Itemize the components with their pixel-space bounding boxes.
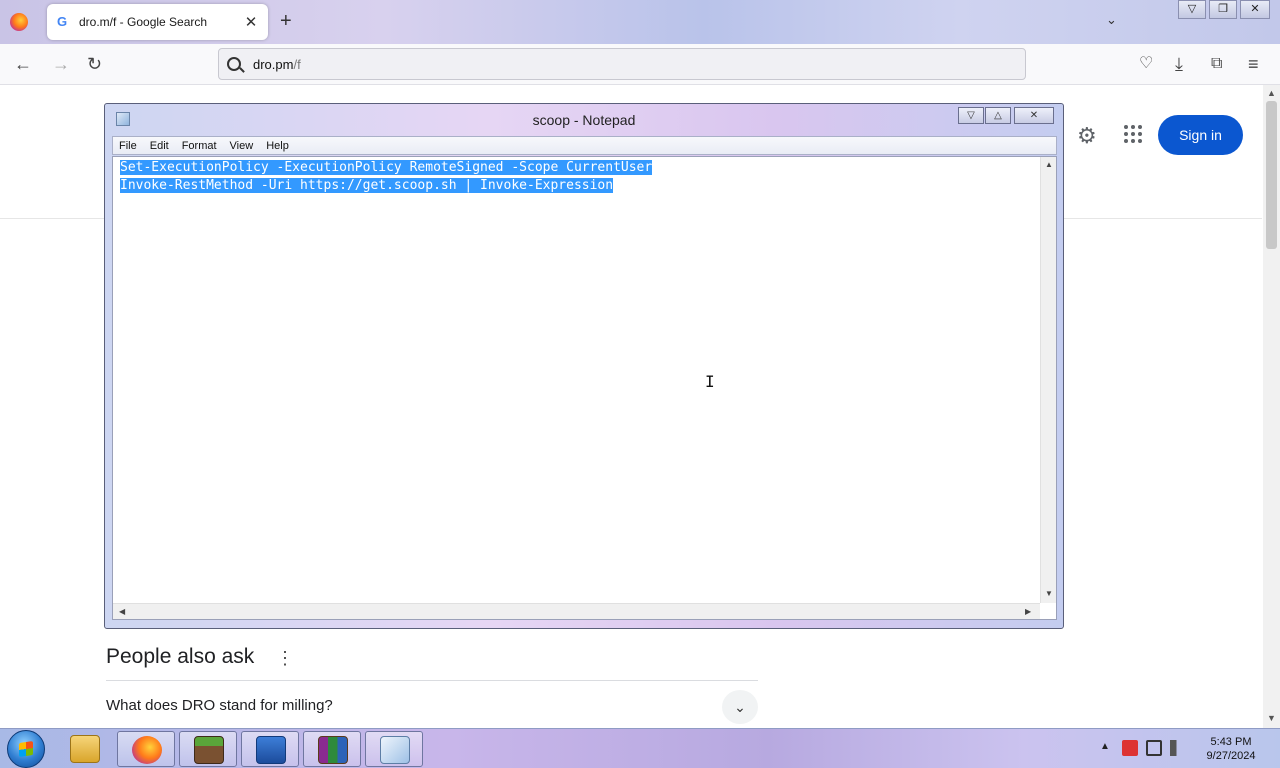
text-line[interactable]: Set-ExecutionPolicy -ExecutionPolicy Rem… bbox=[120, 160, 653, 175]
firefox-logo-icon bbox=[10, 13, 28, 31]
explorer-icon[interactable] bbox=[56, 731, 114, 767]
people-also-ask-heading: People also ask bbox=[106, 645, 255, 668]
minecraft-icon[interactable] bbox=[179, 731, 237, 767]
scroll-up-arrow-icon[interactable]: ▲ bbox=[1045, 160, 1053, 169]
scrollbar-thumb[interactable] bbox=[1266, 101, 1277, 249]
tab-title: dro.m/f - Google Search bbox=[79, 15, 208, 29]
google-apps-icon[interactable] bbox=[1124, 125, 1142, 143]
sign-in-button[interactable]: Sign in bbox=[1158, 115, 1243, 155]
list-all-tabs-button[interactable]: ⌄ bbox=[1106, 12, 1117, 28]
clock-date: 9/27/2024 bbox=[1206, 750, 1256, 762]
text-cursor-icon: I bbox=[705, 372, 715, 391]
notepad-content[interactable]: Set-ExecutionPolicy -ExecutionPolicy Rem… bbox=[120, 159, 653, 195]
browser-tab-strip: G dro.m/f - Google Search ✕ + ⌄ ▽ ❐ ✕ bbox=[0, 0, 1280, 44]
notepad-window-controls: ▽ △ ✕ bbox=[958, 107, 1055, 124]
menu-edit[interactable]: Edit bbox=[150, 140, 169, 152]
scroll-left-arrow-icon[interactable]: ◀ bbox=[119, 607, 125, 616]
download-icon[interactable]: ⤓ bbox=[1175, 53, 1183, 75]
scroll-down-arrow-icon[interactable]: ▼ bbox=[1045, 589, 1053, 598]
menu-icon[interactable]: ≡ bbox=[1248, 53, 1259, 75]
back-button[interactable]: ← bbox=[14, 53, 32, 75]
chevron-down-icon[interactable]: ⌄ bbox=[722, 690, 758, 724]
new-tab-button[interactable]: + bbox=[280, 10, 292, 33]
url-path: /f bbox=[293, 56, 301, 72]
scroll-down-arrow-icon[interactable]: ▼ bbox=[1267, 713, 1276, 723]
paa-question[interactable]: What does DRO stand for milling? bbox=[106, 697, 333, 714]
notepad-titlebar[interactable]: scoop - Notepad ▽ △ ✕ bbox=[105, 104, 1063, 134]
notepad-horizontal-scrollbar[interactable]: ◀ ▶ bbox=[113, 603, 1040, 619]
menu-format[interactable]: Format bbox=[182, 140, 217, 152]
google-favicon-icon: G bbox=[57, 14, 68, 29]
notepad-window: scoop - Notepad ▽ △ ✕ File Edit Format V… bbox=[104, 103, 1064, 629]
url-host: dro.pm bbox=[253, 56, 294, 72]
action-center-icon[interactable] bbox=[1122, 740, 1138, 756]
notepad-menubar: File Edit Format View Help bbox=[112, 136, 1057, 155]
notepad-title: scoop - Notepad bbox=[532, 112, 636, 128]
taskbar: ▲ 5:43 PM 9/27/2024 bbox=[0, 728, 1280, 768]
search-icon bbox=[227, 57, 241, 71]
firefox-icon[interactable] bbox=[117, 731, 175, 767]
start-button[interactable] bbox=[7, 730, 45, 768]
address-bar[interactable]: dro.pm/f bbox=[218, 48, 1026, 80]
paa-divider bbox=[106, 680, 758, 681]
notepad-text-area[interactable]: Set-ExecutionPolicy -ExecutionPolicy Rem… bbox=[112, 156, 1057, 620]
notepad-minimize-button[interactable]: ▽ bbox=[958, 107, 984, 124]
window-minimize-button[interactable]: ▽ bbox=[1178, 0, 1206, 19]
page-scrollbar[interactable]: ▲ ▼ bbox=[1263, 85, 1280, 728]
notepad-icon[interactable] bbox=[365, 731, 423, 767]
browser-window-controls: ▽ ❐ ✕ bbox=[1178, 0, 1273, 20]
powershell-icon[interactable] bbox=[241, 731, 299, 767]
pocket-icon[interactable]: ♡ bbox=[1139, 53, 1153, 75]
volume-icon[interactable] bbox=[1170, 740, 1186, 756]
notepad-maximize-button[interactable]: △ bbox=[985, 107, 1011, 124]
scroll-up-arrow-icon[interactable]: ▲ bbox=[1267, 88, 1276, 98]
scroll-right-arrow-icon[interactable]: ▶ bbox=[1025, 607, 1031, 616]
window-restore-button[interactable]: ❐ bbox=[1209, 0, 1237, 19]
tab-google-search[interactable]: G dro.m/f - Google Search ✕ bbox=[47, 4, 268, 40]
forward-button[interactable]: → bbox=[52, 53, 70, 75]
window-close-button[interactable]: ✕ bbox=[1240, 0, 1270, 19]
show-hidden-icons-button[interactable]: ▲ bbox=[1100, 741, 1110, 752]
reload-button[interactable]: ↻ bbox=[87, 53, 102, 75]
notepad-vertical-scrollbar[interactable]: ▲ ▼ bbox=[1040, 157, 1056, 603]
system-clock[interactable]: 5:43 PM 9/27/2024 bbox=[1195, 735, 1267, 763]
menu-view[interactable]: View bbox=[230, 140, 254, 152]
menu-help[interactable]: Help bbox=[266, 140, 289, 152]
tab-close-icon[interactable]: ✕ bbox=[244, 13, 258, 31]
clock-time: 5:43 PM bbox=[1210, 736, 1252, 748]
extensions-icon[interactable]: ⧉ bbox=[1211, 53, 1222, 75]
menu-file[interactable]: File bbox=[119, 140, 137, 152]
gear-icon[interactable]: ⚙ bbox=[1077, 123, 1097, 149]
navigation-toolbar: ← → ↻ dro.pm/f ♡ ⤓ ⧉ ≡ bbox=[0, 44, 1280, 85]
network-icon[interactable] bbox=[1146, 740, 1162, 756]
winrar-icon[interactable] bbox=[303, 731, 361, 767]
text-line[interactable]: Invoke-RestMethod -Uri https://get.scoop… bbox=[120, 178, 614, 193]
notepad-close-button[interactable]: ✕ bbox=[1014, 107, 1054, 124]
more-options-icon[interactable]: ⋮ bbox=[276, 648, 294, 669]
